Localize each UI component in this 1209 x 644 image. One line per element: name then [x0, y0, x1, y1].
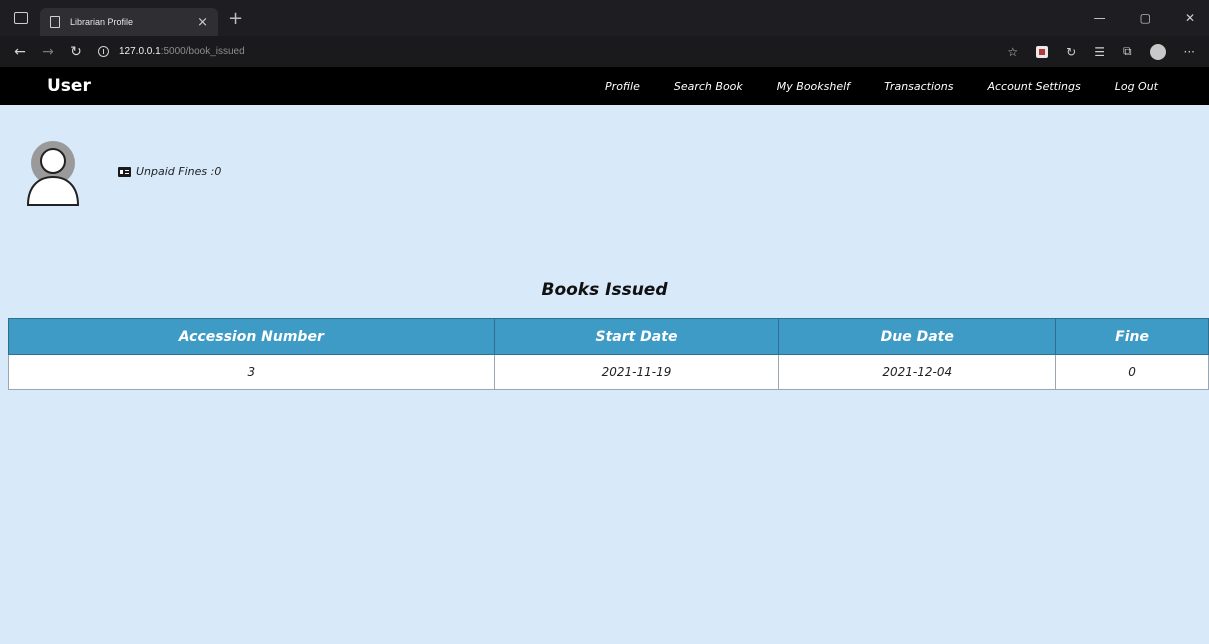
nav-link-search-book[interactable]: Search Book [674, 80, 743, 93]
more-options-icon[interactable]: ··· [1184, 45, 1195, 59]
reload-extension-icon[interactable]: ↻ [1066, 45, 1076, 59]
nav-links: Profile Search Book My Bookshelf Transac… [571, 80, 1158, 93]
books-issued-title: Books Issued [541, 280, 668, 300]
column-header-fine: Fine [1055, 318, 1209, 355]
column-header-accession-number: Accession Number [8, 318, 495, 355]
start-date-cell: 2021-11-19 [493, 354, 780, 390]
brand-logo[interactable]: User [47, 76, 91, 96]
column-header-start-date: Start Date [493, 318, 780, 355]
table-header-row: Accession Number Start Date Due Date Fin… [8, 318, 1209, 355]
tab-title: Librarian Profile [70, 17, 134, 27]
url-field[interactable]: 127.0.0.1:5000/book_issued [98, 46, 245, 57]
nav-link-profile[interactable]: Profile [605, 80, 640, 93]
restore-icon[interactable]: ▢ [1140, 11, 1151, 25]
nav-link-account-settings[interactable]: Account Settings [987, 80, 1080, 93]
close-window-icon[interactable]: ✕ [1185, 11, 1195, 25]
nav-link-transactions[interactable]: Transactions [884, 80, 953, 93]
new-tab-button[interactable]: + [228, 8, 243, 29]
minimize-icon[interactable]: — [1094, 11, 1106, 25]
forward-icon[interactable]: → [34, 44, 62, 60]
nav-link-log-out[interactable]: Log Out [1115, 80, 1158, 93]
site-info-icon[interactable] [98, 46, 109, 57]
browser-tab-bar: Librarian Profile × + — ▢ ✕ [0, 0, 1209, 36]
table-row: 3 2021-11-19 2021-12-04 0 [8, 354, 1209, 390]
browser-profile-icon[interactable] [1149, 43, 1166, 60]
tab-close-icon[interactable]: × [197, 15, 208, 30]
id-card-icon [118, 166, 131, 177]
column-header-due-date: Due Date [778, 318, 1057, 355]
fine-cell: 0 [1055, 354, 1209, 390]
tab-actions-icon[interactable] [14, 12, 28, 24]
page-icon [50, 16, 60, 28]
url-path: :5000/book_issued [160, 46, 245, 57]
address-bar: ← → ↻ 127.0.0.1:5000/book_issued ☆ ↻ ☰ ⧉… [0, 36, 1209, 67]
window-controls: — ▢ ✕ [1094, 11, 1195, 25]
due-date-cell: 2021-12-04 [778, 354, 1057, 390]
accession-number-cell: 3 [8, 354, 495, 390]
back-icon[interactable]: ← [6, 44, 34, 60]
nav-link-my-bookshelf[interactable]: My Bookshelf [777, 80, 850, 93]
unpaid-fines: Unpaid Fines :0 [118, 165, 221, 178]
browser-tab[interactable]: Librarian Profile × [40, 8, 218, 36]
profile-avatar-icon [22, 139, 84, 207]
collections-icon[interactable]: ⧉ [1123, 44, 1132, 59]
site-navbar: User Profile Search Book My Bookshelf Tr… [0, 67, 1209, 105]
refresh-icon[interactable]: ↻ [62, 44, 90, 60]
favorites-list-icon[interactable]: ☰ [1094, 45, 1105, 59]
browser-toolbar-icons: ☆ ↻ ☰ ⧉ ··· [1007, 43, 1195, 60]
extension-icon[interactable] [1036, 45, 1049, 58]
favorite-star-icon[interactable]: ☆ [1007, 45, 1018, 59]
url-host: 127.0.0.1 [119, 46, 161, 57]
unpaid-fines-label: Unpaid Fines :0 [136, 165, 222, 178]
books-issued-table: Accession Number Start Date Due Date Fin… [8, 318, 1209, 390]
